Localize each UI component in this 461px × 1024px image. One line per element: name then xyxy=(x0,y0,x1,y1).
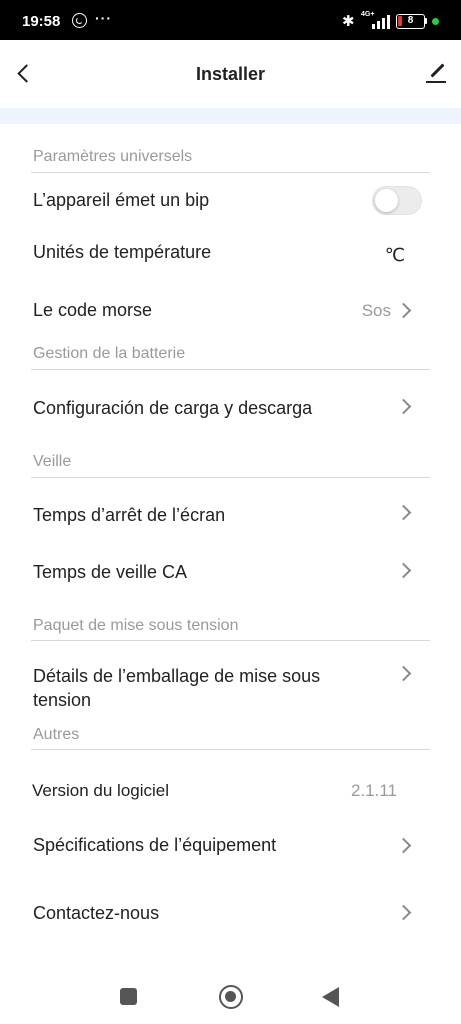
row-contact-us[interactable]: Contactez-nous xyxy=(0,892,461,936)
row-charge-config[interactable]: Configuración de carga y descarga xyxy=(0,386,461,430)
chevron-right-icon xyxy=(395,398,412,415)
battery-tip xyxy=(425,18,427,24)
row-ac-standby[interactable]: Temps de veille CA xyxy=(0,552,461,596)
row-label-screen-off: Temps d’arrêt de l’écran xyxy=(33,505,226,525)
row-label-charge: Configuración de carga y descarga xyxy=(33,398,313,418)
temperature-unit-value: ℃ xyxy=(384,245,405,265)
header-band xyxy=(0,108,461,124)
chevron-right-icon xyxy=(395,504,412,521)
row-label-ac-standby: Temps de veille CA xyxy=(33,562,188,582)
chevron-right-icon xyxy=(395,562,412,579)
row-equipment-specs[interactable]: Spécifications de l’équipement xyxy=(0,824,461,868)
row-label-power-pack-line1: Détails de l’emballage de mise sous xyxy=(33,666,321,686)
recent-apps-icon[interactable] xyxy=(120,988,137,1005)
row-power-pack-details[interactable]: Détails de l’emballage de mise sous tens… xyxy=(0,656,461,716)
section-title-others: Autres xyxy=(33,726,80,743)
row-label-version: Version du logiciel xyxy=(32,781,170,800)
chevron-right-icon xyxy=(395,837,412,854)
battery-icon: 8 xyxy=(396,14,425,29)
app-header: Installer xyxy=(0,40,461,108)
beep-toggle[interactable] xyxy=(372,186,422,215)
row-label-temperature: Unités de température xyxy=(33,242,212,262)
status-bar: 19:58 ··· ✱ 4G+ 8 xyxy=(0,0,461,40)
section-title-power-pack: Paquet de mise sous tension xyxy=(33,617,239,634)
edit-icon[interactable] xyxy=(424,60,450,86)
chevron-right-icon xyxy=(395,904,412,921)
row-label-contact: Contactez-nous xyxy=(33,903,160,923)
divider xyxy=(31,477,430,478)
active-indicator-dot xyxy=(432,18,439,25)
home-icon[interactable] xyxy=(219,985,243,1009)
row-temperature-units[interactable]: Unités de température ℃ xyxy=(0,232,461,276)
section-title-universal: Paramètres universels xyxy=(33,148,193,165)
signal-icon xyxy=(372,15,390,29)
page-title: Installer xyxy=(195,64,266,84)
section-title-battery: Gestion de la batterie xyxy=(33,345,186,362)
chevron-right-icon xyxy=(395,302,412,319)
divider xyxy=(31,640,430,641)
row-label-power-pack-line2: tension xyxy=(33,690,92,710)
row-software-version: Version du logiciel 2.1.11 xyxy=(0,770,461,814)
row-label-morse: Le code morse xyxy=(33,300,153,320)
nav-back-icon[interactable] xyxy=(322,987,339,1007)
row-morse-code[interactable]: Le code morse Sos xyxy=(0,290,461,334)
divider xyxy=(31,369,430,370)
row-label-specs: Spécifications de l’équipement xyxy=(33,835,277,855)
battery-level: 8 xyxy=(407,15,414,26)
row-screen-off-time[interactable]: Temps d’arrêt de l’écran xyxy=(0,494,461,538)
section-title-standby: Veille xyxy=(33,453,72,470)
morse-value: Sos xyxy=(361,301,391,320)
divider xyxy=(31,172,430,173)
chevron-right-icon xyxy=(395,665,412,682)
status-time: 19:58 xyxy=(22,13,61,30)
row-beep: L’appareil émet un bip xyxy=(0,182,461,222)
toggle-knob xyxy=(375,189,398,212)
divider xyxy=(31,749,430,750)
whatsapp-icon xyxy=(72,13,87,28)
bluetooth-icon: ✱ xyxy=(342,13,355,30)
version-value: 2.1.11 xyxy=(350,781,397,800)
more-notifications-icon: ··· xyxy=(95,10,112,26)
row-label-beep: L’appareil émet un bip xyxy=(33,190,210,210)
